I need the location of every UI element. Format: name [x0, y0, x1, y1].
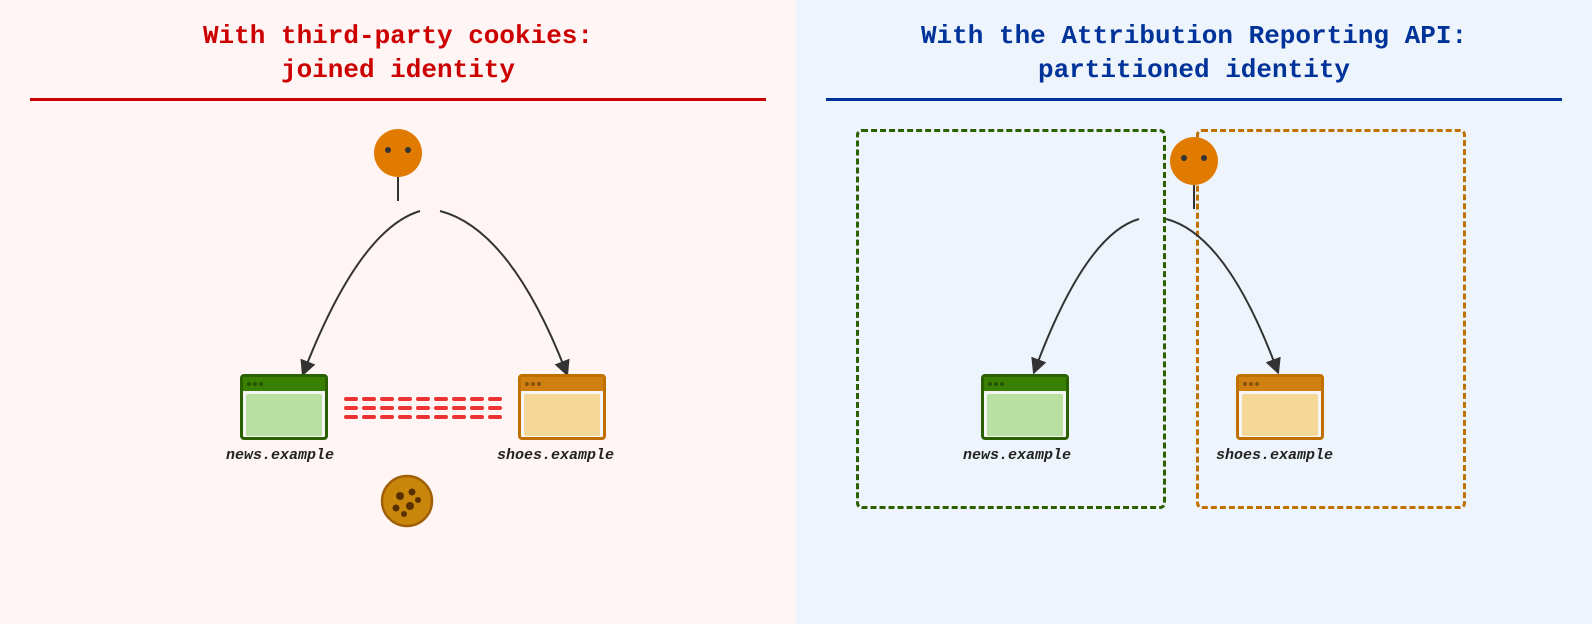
- rd5: [416, 397, 430, 401]
- rd8: [470, 397, 484, 401]
- rdot4: [1243, 382, 1247, 386]
- dot5: [531, 382, 535, 386]
- rd25: [452, 415, 466, 419]
- cookie-icon: [380, 474, 434, 528]
- rdot1: [988, 382, 992, 386]
- left-panel-title: With third-party cookies: joined identit…: [30, 20, 766, 88]
- rd16: [452, 406, 466, 410]
- rd13: [398, 406, 412, 410]
- rd24: [434, 415, 448, 419]
- rd26: [470, 415, 484, 419]
- rd14: [416, 406, 430, 410]
- rd9: [488, 397, 502, 401]
- rd11: [362, 406, 376, 410]
- right-panel: With the Attribution Reporting API: part…: [796, 0, 1592, 624]
- rd17: [470, 406, 484, 410]
- dot4: [525, 382, 529, 386]
- rd7: [452, 397, 466, 401]
- left-news-browser-content: [246, 394, 322, 436]
- rd2: [362, 397, 376, 401]
- left-diagram-area: news.example shoes.example: [30, 119, 766, 604]
- left-shoes-browser: [518, 374, 606, 440]
- dot1: [247, 382, 251, 386]
- dot3: [259, 382, 263, 386]
- rd27: [488, 415, 502, 419]
- rd20: [362, 415, 376, 419]
- rd12: [380, 406, 394, 410]
- left-shoes-label: shoes.example: [497, 447, 614, 464]
- red-dash-row-1: [344, 397, 502, 401]
- right-shoes-browser: [1236, 374, 1324, 440]
- red-dash-row-3: [344, 415, 502, 419]
- dot2: [253, 382, 257, 386]
- rdot3: [1000, 382, 1004, 386]
- right-divider: [826, 98, 1562, 101]
- red-dash-row-2: [344, 406, 502, 410]
- left-person-head: [374, 129, 422, 177]
- rd18: [488, 406, 502, 410]
- right-shoes-label: shoes.example: [1216, 447, 1333, 464]
- left-person: [374, 129, 422, 201]
- right-person-body: [1193, 185, 1195, 209]
- rd4: [398, 397, 412, 401]
- left-news-label: news.example: [226, 447, 334, 464]
- right-shoes-browser-content: [1242, 394, 1318, 436]
- rdot5: [1249, 382, 1253, 386]
- left-panel: With third-party cookies: joined identit…: [0, 0, 796, 624]
- right-news-browser-content: [987, 394, 1063, 436]
- rd3: [380, 397, 394, 401]
- left-news-browser: [240, 374, 328, 440]
- rd10: [344, 406, 358, 410]
- rdot2: [994, 382, 998, 386]
- rd6: [434, 397, 448, 401]
- rd1: [344, 397, 358, 401]
- rd22: [398, 415, 412, 419]
- left-news-browser-bar: [243, 377, 325, 391]
- dot6: [537, 382, 541, 386]
- right-news-browser-bar: [984, 377, 1066, 391]
- right-news-browser: [981, 374, 1069, 440]
- left-shoes-browser-bar: [521, 377, 603, 391]
- left-shoes-browser-content: [524, 394, 600, 436]
- right-shoes-browser-bar: [1239, 377, 1321, 391]
- rd21: [380, 415, 394, 419]
- right-news-label: news.example: [963, 447, 1071, 464]
- red-dashes: [328, 386, 518, 430]
- right-person: [1170, 137, 1218, 209]
- rdot6: [1255, 382, 1259, 386]
- rd15: [434, 406, 448, 410]
- right-diagram-area: news.example shoes.example: [826, 119, 1562, 604]
- rd19: [344, 415, 358, 419]
- left-divider: [30, 98, 766, 101]
- right-panel-title: With the Attribution Reporting API: part…: [826, 20, 1562, 88]
- right-person-head: [1170, 137, 1218, 185]
- rd23: [416, 415, 430, 419]
- left-person-body: [397, 177, 399, 201]
